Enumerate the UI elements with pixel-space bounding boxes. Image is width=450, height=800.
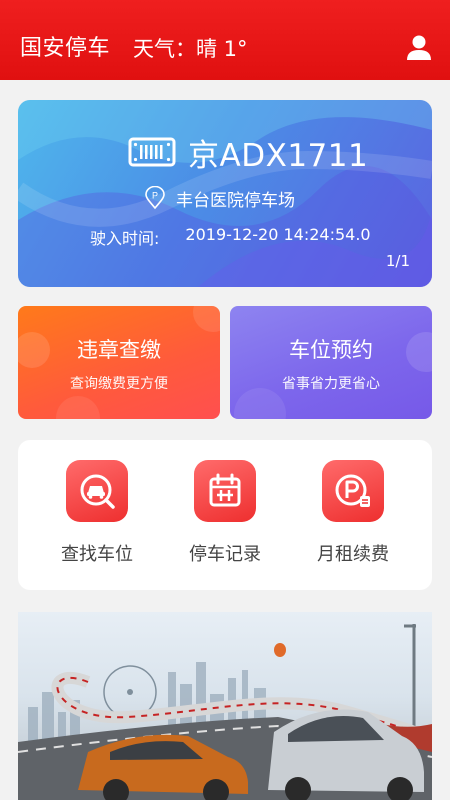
tile-subtitle: 查询缴费更方便 (70, 376, 168, 392)
action-label: 停车记录 (189, 544, 261, 565)
entry-time-row: 驶入时间: 2019-12-20 14:24:54.0 (90, 225, 371, 249)
app-header: 国安停车 天气：晴 1° (0, 0, 450, 80)
tile-title: 违章查缴 (77, 338, 161, 362)
action-label: 查找车位 (61, 544, 133, 565)
user-icon[interactable] (404, 33, 434, 63)
app-title: 国安停车 (20, 36, 111, 61)
parking-lot-name: 丰台医院停车场 (176, 190, 295, 211)
parking-location-icon: P (145, 186, 165, 210)
monthly-renewal-button[interactable]: 月租续费 (293, 460, 413, 566)
entry-time-label: 驶入时间: (90, 229, 160, 248)
tile-title: 车位预约 (289, 338, 373, 362)
plate-row: 京ADX1711 (128, 132, 369, 174)
license-plate-number: 京ADX1711 (188, 137, 369, 174)
find-parking-icon (66, 460, 128, 522)
license-plate-icon (128, 137, 176, 167)
space-reservation-tile[interactable]: 车位预约 省事省力更省心 (230, 306, 432, 419)
banner-illustration (18, 624, 432, 800)
calendar-record-icon (194, 460, 256, 522)
card-pager: 1/1 (385, 252, 410, 270)
weather-text: 天气：晴 1° (133, 37, 248, 61)
svg-text:P: P (152, 191, 158, 201)
entry-time-value: 2019-12-20 14:24:54.0 (185, 225, 371, 244)
violation-payment-tile[interactable]: 违章查缴 查询缴费更方便 (18, 306, 220, 419)
action-label: 月租续费 (317, 544, 389, 565)
tile-subtitle: 省事省力更省心 (282, 376, 380, 392)
find-parking-button[interactable]: 查找车位 (37, 460, 157, 566)
parking-fee-icon (322, 460, 384, 522)
parking-records-button[interactable]: 停车记录 (165, 460, 285, 566)
quick-actions-panel: 查找车位 停车记录 月租续费 (18, 440, 432, 590)
promo-banner[interactable] (18, 612, 432, 800)
parking-lot-row: P 丰台医院停车场 (144, 185, 295, 211)
current-parking-card[interactable]: 京ADX1711 P 丰台医院停车场 驶入时间: 2019-12-20 14:2… (18, 100, 432, 287)
